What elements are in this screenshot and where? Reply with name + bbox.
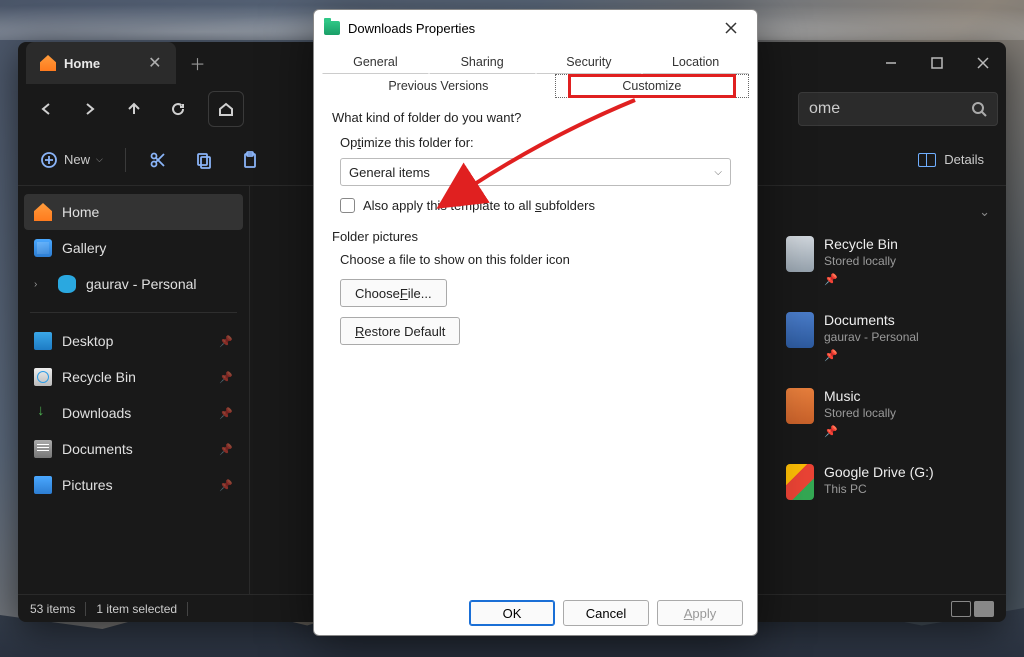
paste-button[interactable] (230, 142, 270, 178)
cancel-button[interactable]: Cancel (563, 600, 649, 626)
group-label: What kind of folder do you want? (332, 110, 739, 125)
view-list-button[interactable] (951, 601, 971, 617)
card-google-drive[interactable]: Google Drive (G:)This PC (786, 464, 986, 500)
sidebar-item-label: Documents (62, 441, 133, 457)
tab-general[interactable]: General (322, 50, 429, 74)
optimize-select[interactable]: General items ⌵ (340, 158, 731, 186)
dialog-footer: OK Cancel Apply (314, 591, 757, 635)
selection-count: 1 item selected (96, 602, 177, 616)
tab-title: Home (64, 56, 100, 71)
checkbox[interactable] (340, 198, 355, 213)
downloads-icon (34, 404, 52, 422)
optimize-value: General items (349, 165, 430, 180)
search-text: ome (809, 100, 840, 118)
onedrive-icon (58, 275, 76, 293)
sidebar-item-home[interactable]: Home (24, 194, 243, 230)
sidebar-item-pictures[interactable]: Pictures 📌 (24, 467, 243, 503)
address-bar-home[interactable] (208, 91, 244, 127)
details-icon (918, 153, 936, 167)
tab-sharing[interactable]: Sharing (429, 50, 536, 74)
clipboard-icon (241, 151, 259, 169)
desktop-icon (34, 332, 52, 350)
tab-close-icon[interactable]: ✕ (148, 53, 161, 73)
tab-location[interactable]: Location (642, 50, 749, 74)
tab-previous-versions[interactable]: Previous Versions (322, 74, 555, 98)
restore-default-button[interactable]: Restore Default (340, 317, 460, 345)
chevron-down-icon: ⌵ (714, 167, 722, 178)
sidebar-item-onedrive[interactable]: › gaurav - Personal (24, 266, 243, 302)
new-button[interactable]: New ⌵ (30, 142, 113, 178)
new-button-label: New (64, 152, 90, 167)
pin-icon: 📌 (219, 479, 233, 492)
sidebar-item-desktop[interactable]: Desktop 📌 (24, 323, 243, 359)
dialog-body: What kind of folder do you want? Optimiz… (314, 98, 757, 591)
sidebar: Home Gallery › gaurav - Personal Desktop 📌… (18, 186, 250, 594)
refresh-button[interactable] (158, 91, 198, 127)
up-button[interactable] (114, 91, 154, 127)
plus-circle-icon (40, 151, 58, 169)
maximize-button[interactable] (914, 42, 960, 84)
copy-button[interactable] (184, 142, 224, 178)
apply-button[interactable]: Apply (657, 600, 743, 626)
quick-access-cards: Recycle BinStored locally📌 Documentsgaur… (786, 236, 986, 500)
pin-icon: 📌 (219, 407, 233, 420)
home-icon (40, 55, 56, 71)
sidebar-item-recycle[interactable]: Recycle Bin 📌 (24, 359, 243, 395)
tab-home[interactable]: Home ✕ (26, 42, 176, 84)
sidebar-item-documents[interactable]: Documents 📌 (24, 431, 243, 467)
pictures-icon (34, 476, 52, 494)
gallery-icon (34, 239, 52, 257)
cut-button[interactable] (138, 142, 178, 178)
copy-icon (195, 151, 213, 169)
ok-button[interactable]: OK (469, 600, 555, 626)
sidebar-item-label: Home (62, 204, 99, 220)
folder-icon (324, 21, 340, 35)
sidebar-item-gallery[interactable]: Gallery (24, 230, 243, 266)
back-button[interactable] (26, 91, 66, 127)
details-button[interactable]: Details (908, 142, 994, 178)
chevron-down-icon[interactable]: ⌄ (979, 204, 990, 220)
pin-icon: 📌 (219, 335, 233, 348)
card-documents[interactable]: Documentsgaurav - Personal📌 (786, 312, 986, 362)
tab-customize[interactable]: Customize (555, 74, 749, 98)
dialog-close-button[interactable] (715, 14, 747, 42)
details-label: Details (944, 152, 984, 167)
subfolders-checkbox-row[interactable]: Also apply this template to all subfolde… (340, 198, 739, 213)
search-icon (971, 101, 987, 117)
home-icon (34, 203, 52, 221)
sidebar-item-label: gaurav - Personal (86, 276, 197, 292)
pin-icon: 📌 (219, 443, 233, 456)
pin-icon: 📌 (219, 371, 233, 384)
minimize-button[interactable] (868, 42, 914, 84)
optimize-label: Optimize this folder for: (340, 135, 739, 150)
checkbox-label: Also apply this template to all subfolde… (363, 198, 595, 213)
sidebar-item-label: Gallery (62, 240, 106, 256)
card-recycle-bin[interactable]: Recycle BinStored locally📌 (786, 236, 986, 286)
properties-dialog: Downloads Properties General Sharing Sec… (313, 9, 758, 636)
folder-pictures-desc: Choose a file to show on this folder ico… (340, 252, 739, 267)
recycle-icon (34, 368, 52, 386)
dialog-title: Downloads Properties (348, 21, 475, 36)
choose-file-button[interactable]: Choose File... (340, 279, 447, 307)
dialog-titlebar: Downloads Properties (314, 10, 757, 46)
chevron-right-icon[interactable]: › (34, 279, 48, 290)
search-box[interactable]: ome (798, 92, 998, 126)
card-music[interactable]: MusicStored locally📌 (786, 388, 986, 438)
view-details-button[interactable] (974, 601, 994, 617)
folder-pictures-label: Folder pictures (332, 229, 739, 244)
new-tab-button[interactable]: ＋ (190, 51, 206, 75)
sidebar-item-label: Desktop (62, 333, 113, 349)
forward-button[interactable] (70, 91, 110, 127)
sidebar-item-label: Downloads (62, 405, 131, 421)
scissors-icon (149, 151, 167, 169)
item-count: 53 items (30, 602, 75, 616)
close-window-button[interactable] (960, 42, 1006, 84)
sidebar-item-label: Pictures (62, 477, 113, 493)
sidebar-item-label: Recycle Bin (62, 369, 136, 385)
sidebar-item-downloads[interactable]: Downloads 📌 (24, 395, 243, 431)
tab-security[interactable]: Security (536, 50, 643, 74)
documents-icon (34, 440, 52, 458)
